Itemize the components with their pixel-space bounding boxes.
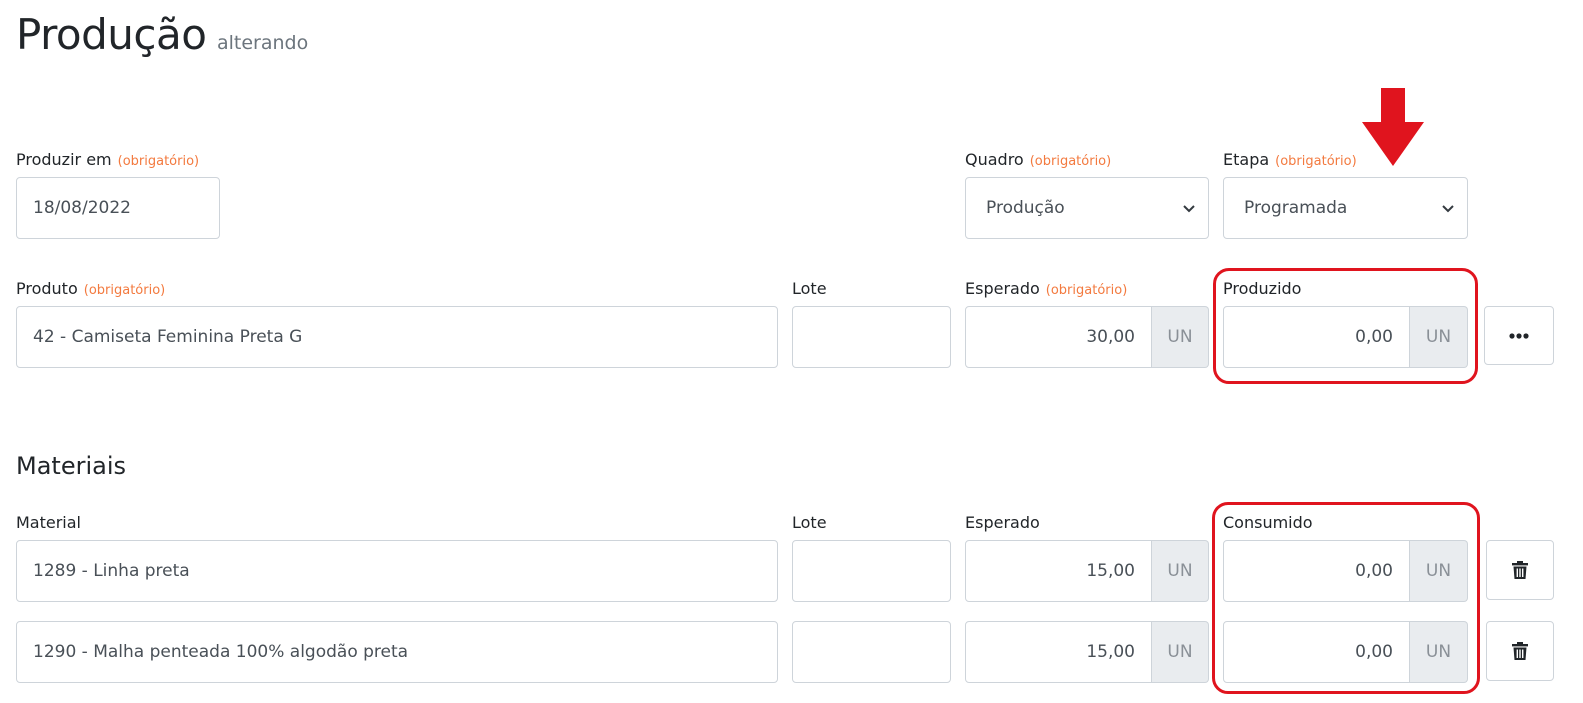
quadro-select[interactable]: Produção [965, 177, 1209, 239]
material-lote-field[interactable] [792, 621, 951, 683]
arrow-down-icon [1362, 88, 1424, 166]
material-esperado-field[interactable]: 15,00 [965, 540, 1152, 602]
esperado-unit: UN [1152, 306, 1209, 368]
etapa-label: Etapa (obrigatório) [1223, 150, 1357, 169]
produzido-highlight [1213, 268, 1478, 384]
materiais-heading: Materiais [16, 452, 127, 480]
chevron-down-icon [1183, 205, 1195, 213]
quadro-label: Quadro (obrigatório) [965, 150, 1112, 169]
more-options-button[interactable] [1484, 306, 1554, 365]
esperado-value: 30,00 [1086, 327, 1135, 347]
etapa-select[interactable]: Programada [1223, 177, 1468, 239]
material-field[interactable]: 1289 - Linha preta [16, 540, 778, 602]
material-column-header: Material [16, 513, 81, 532]
lote-field[interactable] [792, 306, 951, 368]
delete-material-button[interactable] [1486, 621, 1554, 681]
produto-field[interactable]: 42 - Camiseta Feminina Preta G [16, 306, 778, 368]
delete-material-button[interactable] [1486, 540, 1554, 600]
produzir-em-value: 18/08/2022 [33, 198, 131, 218]
etapa-value: Programada [1244, 198, 1348, 218]
produzir-em-field[interactable]: 18/08/2022 [16, 177, 220, 239]
lote-label: Lote [792, 279, 827, 298]
produto-label: Produto (obrigatório) [16, 279, 166, 298]
material-esperado-unit: UN [1152, 540, 1209, 602]
quadro-value: Produção [986, 198, 1065, 218]
esperado-column-header: Esperado [965, 513, 1040, 532]
ellipsis-icon [1509, 332, 1529, 339]
page-title: Produção [16, 10, 207, 59]
esperado-label: Esperado (obrigatório) [965, 279, 1128, 298]
material-esperado-unit: UN [1152, 621, 1209, 683]
trash-icon [1512, 642, 1528, 660]
material-field[interactable]: 1290 - Malha penteada 100% algodão preta [16, 621, 778, 683]
trash-icon [1512, 561, 1528, 579]
esperado-field[interactable]: 30,00 [965, 306, 1152, 368]
produzir-em-label: Produzir em (obrigatório) [16, 150, 200, 169]
consumido-highlight [1212, 502, 1480, 694]
lote-column-header: Lote [792, 513, 827, 532]
chevron-down-icon [1442, 205, 1454, 213]
material-lote-field[interactable] [792, 540, 951, 602]
material-esperado-field[interactable]: 15,00 [965, 621, 1152, 683]
page-subtitle: alterando [217, 32, 309, 54]
produto-value: 42 - Camiseta Feminina Preta G [33, 327, 303, 347]
